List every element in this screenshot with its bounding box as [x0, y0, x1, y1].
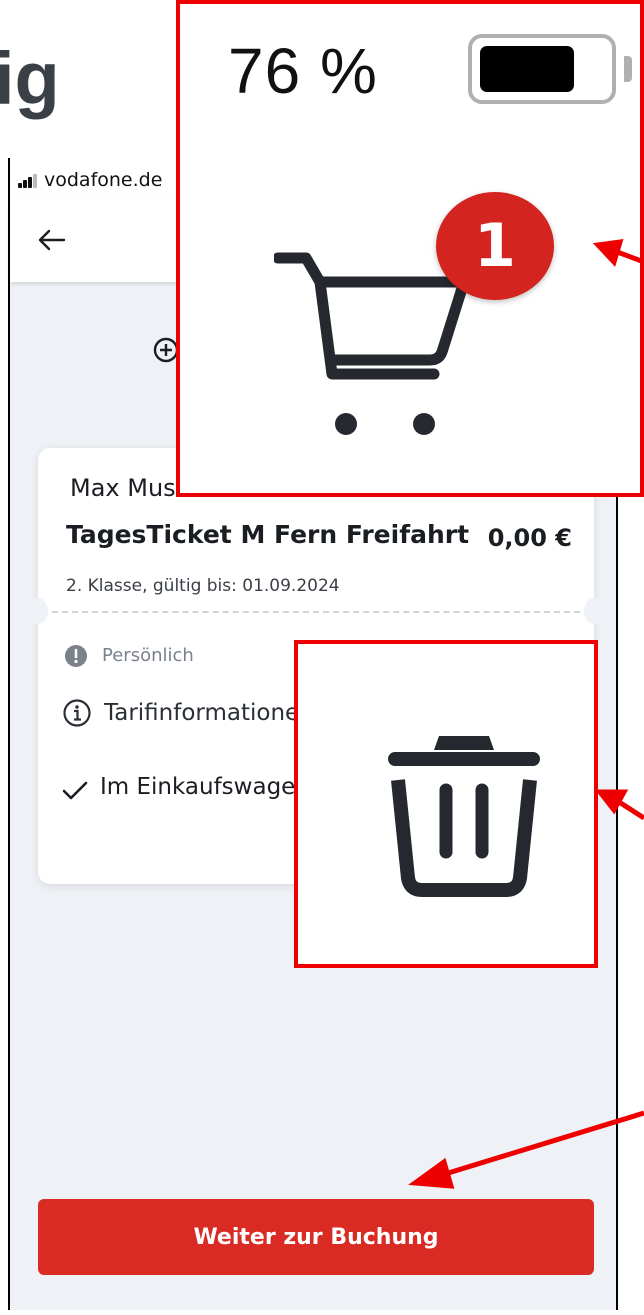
cart-count-badge: 1 [436, 192, 554, 300]
ticket-name: TagesTicket M Fern Freifahrt [66, 520, 470, 549]
battery-fill [480, 46, 574, 92]
checkmark-icon [62, 781, 88, 800]
battery-icon [468, 34, 616, 104]
signal-icon [18, 174, 40, 188]
card-notch-left [28, 598, 48, 624]
arrow-trash [614, 797, 644, 821]
battery-tip [624, 56, 632, 82]
continue-to-booking-button[interactable]: Weiter zur Buchung [38, 1199, 594, 1275]
in-cart-label: Im Einkaufswagen [100, 774, 310, 800]
ticket-validity: 2. Klasse, gültig bis: 01.09.2024 [66, 576, 340, 596]
tariff-info-link[interactable]: Tarifinformatione [104, 700, 299, 726]
carrier-label: vodafone.de [44, 169, 163, 191]
personal-label: Persönlich [102, 645, 194, 666]
passenger-name: Max Mus [70, 474, 176, 502]
exclamation-icon [65, 645, 87, 667]
back-arrow-icon[interactable] [36, 224, 68, 256]
zoom-callout-trash [294, 640, 598, 968]
trash-icon[interactable] [384, 728, 544, 898]
card-divider [52, 611, 580, 613]
info-icon[interactable] [62, 698, 92, 728]
zoom-callout-cart: 76 % 1 [176, 0, 644, 497]
slide-title: ig [0, 37, 60, 120]
card-notch-right [584, 598, 604, 624]
ticket-price: 0,00 € [487, 524, 572, 552]
battery-percent: 76 % [228, 35, 378, 107]
